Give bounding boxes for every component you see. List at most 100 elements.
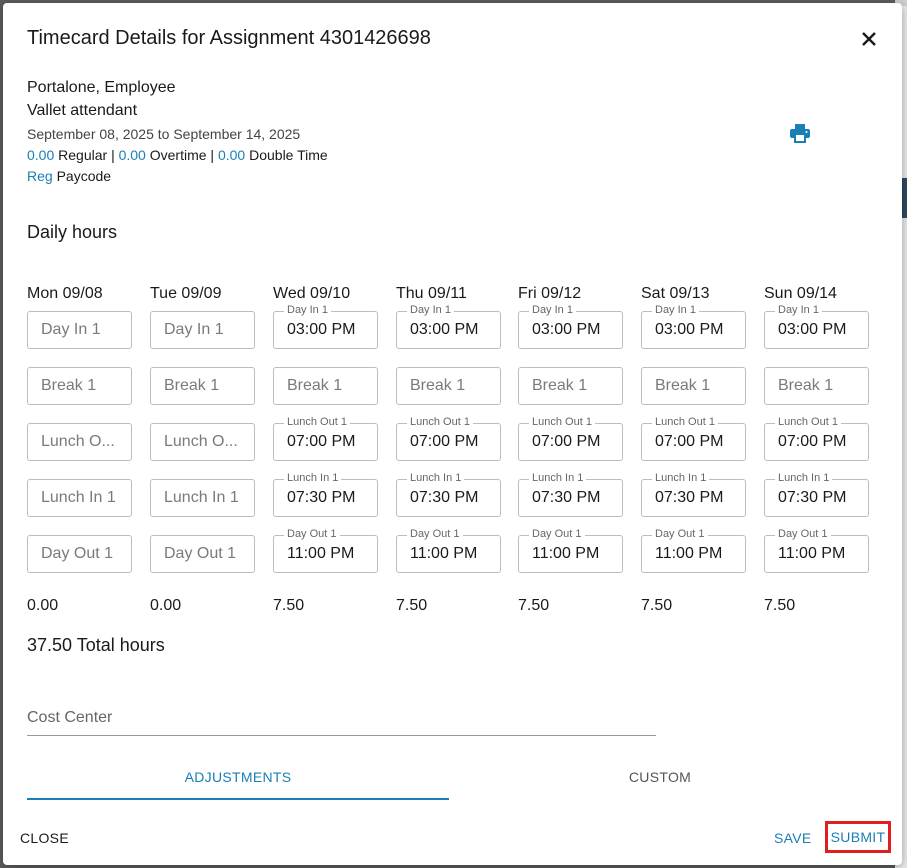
- time-input[interactable]: Lunch Out 1 07:00 PM: [641, 416, 746, 461]
- dialog-title: Timecard Details for Assignment 43014266…: [27, 27, 431, 49]
- save-button[interactable]: SAVE: [774, 830, 812, 846]
- time-input[interactable]: Lunch Out 1 07:00 PM: [764, 416, 869, 461]
- time-input-label: Lunch Out 1: [407, 416, 473, 428]
- time-input-placeholder: Lunch O...: [164, 433, 238, 450]
- time-input-value: 07:00 PM: [410, 433, 479, 450]
- close-button[interactable]: CLOSE: [20, 830, 69, 846]
- time-input-label: Day Out 1: [407, 528, 463, 540]
- time-input[interactable]: Break 1: [27, 367, 132, 405]
- day-total-hours: 7.50: [641, 597, 673, 614]
- time-input-value: 07:30 PM: [532, 489, 601, 506]
- time-input[interactable]: Lunch In 1 07:30 PM: [764, 472, 869, 517]
- time-input-value: 07:30 PM: [287, 489, 356, 506]
- time-input-label: Day Out 1: [652, 528, 708, 540]
- time-input-placeholder: Day In 1: [41, 321, 101, 338]
- time-input-label: Lunch Out 1: [652, 416, 718, 428]
- time-input-label: Day Out 1: [284, 528, 340, 540]
- timecard-details-dialog: Timecard Details for Assignment 43014266…: [3, 3, 902, 865]
- time-input-value: 07:00 PM: [655, 433, 724, 450]
- time-input[interactable]: Break 1: [273, 367, 378, 405]
- daily-hours-heading: Daily hours: [27, 222, 118, 242]
- time-input[interactable]: Lunch In 1 07:30 PM: [518, 472, 623, 517]
- day-total-hours: 0.00: [150, 597, 182, 614]
- time-input[interactable]: Break 1: [396, 367, 501, 405]
- date-range: September 08, 2025 to September 14, 2025: [27, 126, 301, 142]
- day-column: Tue 09/09 Day In 1 Break 1 Lunch O... Lunch …: [150, 283, 258, 614]
- time-input[interactable]: Lunch In 1 07:30 PM: [273, 472, 378, 517]
- time-input[interactable]: Lunch In 1: [27, 479, 132, 517]
- time-input[interactable]: Day Out 1 11:00 PM: [396, 528, 501, 573]
- time-input-placeholder: Break 1: [655, 377, 711, 394]
- day-total-hours: 7.50: [518, 597, 550, 614]
- cost-center-input[interactable]: Cost Center: [27, 709, 656, 736]
- tab-adjustments[interactable]: ADJUSTMENTS: [27, 769, 449, 785]
- time-input-label: Day In 1: [529, 304, 576, 316]
- time-input-placeholder: Lunch In 1: [41, 489, 116, 506]
- active-tab-indicator: [27, 798, 449, 800]
- time-input[interactable]: Lunch In 1: [150, 479, 255, 517]
- time-input[interactable]: Day In 1: [150, 311, 255, 349]
- time-input[interactable]: Day In 1: [27, 311, 132, 349]
- day-total-hours: 7.50: [396, 597, 428, 614]
- time-input[interactable]: Lunch O...: [27, 423, 132, 461]
- time-input-value: 11:00 PM: [778, 545, 846, 562]
- day-column: Sun 09/14 Day In 1 03:00 PM Break 1 Lunch Ou…: [764, 283, 872, 614]
- print-icon[interactable]: [789, 123, 811, 143]
- time-input[interactable]: Day In 1 03:00 PM: [641, 304, 746, 349]
- double-time-label: Double Time: [249, 147, 328, 163]
- time-input[interactable]: Day Out 1: [150, 535, 255, 573]
- time-input[interactable]: Lunch Out 1 07:00 PM: [396, 416, 501, 461]
- time-input-placeholder: Day Out 1: [164, 545, 237, 562]
- day-header: Tue 09/09: [150, 285, 222, 302]
- time-input[interactable]: Day Out 1 11:00 PM: [518, 528, 623, 573]
- time-input-placeholder: Lunch O...: [41, 433, 115, 450]
- total-hours: 37.50 Total hours: [27, 635, 165, 655]
- time-input[interactable]: Day Out 1 11:00 PM: [764, 528, 869, 573]
- job-title: Vallet attendant: [27, 102, 138, 119]
- time-input[interactable]: Break 1: [150, 367, 255, 405]
- time-input-value: 11:00 PM: [655, 545, 723, 562]
- time-input-label: Lunch Out 1: [529, 416, 595, 428]
- time-input-value: 07:00 PM: [532, 433, 601, 450]
- day-total-hours: 7.50: [273, 597, 305, 614]
- time-input[interactable]: Day Out 1 11:00 PM: [273, 528, 378, 573]
- time-input[interactable]: Day In 1 03:00 PM: [396, 304, 501, 349]
- time-input[interactable]: Day Out 1 11:00 PM: [641, 528, 746, 573]
- time-input[interactable]: Break 1: [764, 367, 869, 405]
- time-input-value: 07:30 PM: [778, 489, 847, 506]
- time-input[interactable]: Break 1: [518, 367, 623, 405]
- time-input-placeholder: Break 1: [287, 377, 343, 394]
- time-input[interactable]: Day In 1 03:00 PM: [764, 304, 869, 349]
- time-input-label: Lunch In 1: [529, 472, 587, 484]
- time-input-value: 11:00 PM: [532, 545, 600, 562]
- time-input[interactable]: Day In 1 03:00 PM: [518, 304, 623, 349]
- regular-hours-label: Regular: [58, 147, 108, 163]
- time-input-label: Day In 1: [284, 304, 331, 316]
- time-input-placeholder: Break 1: [778, 377, 834, 394]
- time-input[interactable]: Break 1: [641, 367, 746, 405]
- paycode-value: Reg: [27, 168, 53, 184]
- close-icon[interactable]: [858, 28, 880, 50]
- time-input[interactable]: Lunch Out 1 07:00 PM: [518, 416, 623, 461]
- time-input[interactable]: Lunch O...: [150, 423, 255, 461]
- time-input-placeholder: Break 1: [410, 377, 466, 394]
- submit-button[interactable]: SUBMIT: [825, 821, 891, 853]
- time-input[interactable]: Lunch Out 1 07:00 PM: [273, 416, 378, 461]
- time-input-label: Day In 1: [775, 304, 822, 316]
- day-column: Wed 09/10 Day In 1 03:00 PM Break 1 Lunch Ou…: [273, 283, 381, 614]
- time-input-value: 03:00 PM: [778, 321, 847, 338]
- time-input-label: Lunch Out 1: [284, 416, 350, 428]
- employee-name: Portalone, Employee: [27, 79, 176, 96]
- time-input-placeholder: Lunch In 1: [164, 489, 239, 506]
- time-input[interactable]: Day Out 1: [27, 535, 132, 573]
- time-input[interactable]: Day In 1 03:00 PM: [273, 304, 378, 349]
- time-input-placeholder: Day In 1: [164, 321, 224, 338]
- time-input-placeholder: Break 1: [532, 377, 588, 394]
- separator: |: [210, 147, 215, 163]
- time-input[interactable]: Lunch In 1 07:30 PM: [641, 472, 746, 517]
- day-total-hours: 0.00: [27, 597, 59, 614]
- time-input[interactable]: Lunch In 1 07:30 PM: [396, 472, 501, 517]
- time-input-label: Lunch In 1: [284, 472, 342, 484]
- tab-custom[interactable]: CUSTOM: [449, 769, 871, 785]
- time-input-placeholder: Break 1: [164, 377, 220, 394]
